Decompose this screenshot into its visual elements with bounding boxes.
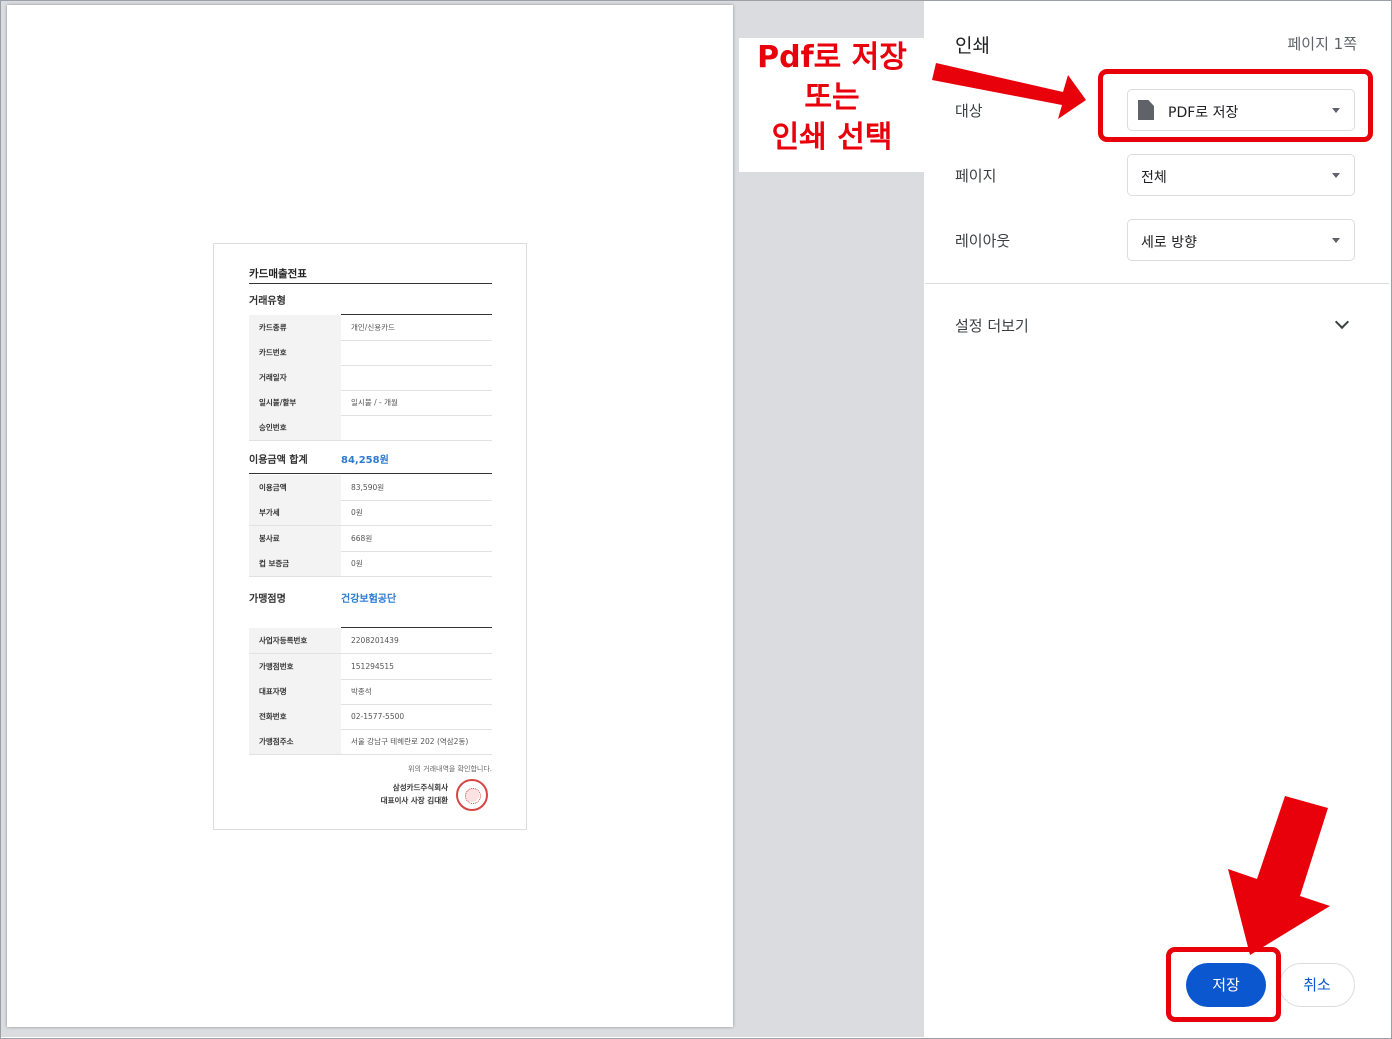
arrow-to-save-icon	[1228, 796, 1330, 955]
arrow-to-destination-icon	[932, 63, 1086, 119]
annotation-arrows	[932, 63, 1330, 955]
